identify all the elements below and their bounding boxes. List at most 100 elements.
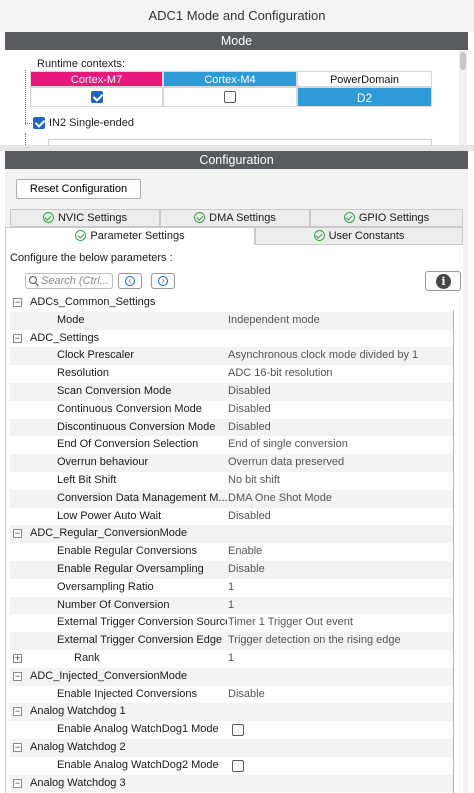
expand-icon[interactable]: +: [13, 654, 22, 663]
param-value[interactable]: Independent mode: [228, 312, 320, 330]
tree-group-row[interactable]: − Analog Watchdog 3: [10, 774, 454, 793]
tree-scrollbar[interactable]: [453, 310, 454, 793]
tree-param-row[interactable]: Left Bit Shift No bit shift: [10, 472, 454, 490]
tree-param-row[interactable]: + Rank 1: [10, 650, 454, 668]
info-button[interactable]: i: [425, 271, 461, 291]
param-value[interactable]: Disabled: [228, 419, 271, 437]
param-value[interactable]: Disabled: [228, 383, 271, 401]
tree-group-row[interactable]: − ADC_Settings: [10, 330, 454, 348]
param-label: Resolution: [57, 367, 109, 380]
runtime-contexts-label: Runtime contexts:: [37, 58, 126, 70]
tree-param-row[interactable]: Clock Prescaler Asynchronous clock mode d…: [10, 347, 454, 366]
param-checkbox[interactable]: [232, 724, 244, 737]
tree-group-row[interactable]: − Analog Watchdog 2: [10, 739, 454, 757]
mode-scrollbar[interactable]: [459, 50, 467, 150]
param-label: Conversion Data Management M...: [57, 491, 227, 504]
tab-dma-settings[interactable]: DMA Settings: [160, 209, 310, 227]
param-value[interactable]: No bit shift: [228, 472, 280, 490]
configuration-header[interactable]: Configuration: [5, 151, 468, 169]
tab-label: Parameter Settings: [90, 230, 185, 242]
group-label: ADCs_Common_Settings: [30, 296, 156, 308]
param-value[interactable]: 1: [228, 650, 234, 668]
check-circle-icon: [42, 212, 54, 223]
cortex-m7-checkbox[interactable]: [90, 91, 103, 103]
search-input[interactable]: Search (Ctrl...: [25, 273, 113, 289]
context-cell-cortex-m7: [30, 87, 163, 107]
mode-scrollbar-thumb[interactable]: [460, 52, 466, 70]
param-value[interactable]: DMA One Shot Mode: [228, 490, 332, 508]
param-label: Overrun behaviour: [57, 456, 149, 469]
param-value[interactable]: 1: [228, 597, 234, 615]
powerdomain-select[interactable]: D2: [297, 87, 432, 107]
window-title: ADC1 Mode and Configuration: [0, 0, 474, 32]
param-value[interactable]: Asynchronous clock mode divided by 1: [228, 347, 418, 365]
param-value[interactable]: Disable: [228, 686, 265, 704]
param-value[interactable]: ADC 16-bit resolution: [228, 365, 333, 383]
tree-param-row[interactable]: End Of Conversion Selection End of single…: [10, 436, 454, 454]
context-header-powerdomain: PowerDomain: [297, 71, 432, 87]
param-value[interactable]: Trigger detection on the rising edge: [228, 632, 401, 650]
tree-param-row[interactable]: Enable Regular Oversampling Disable: [10, 561, 454, 579]
tree-param-row[interactable]: External Trigger Conversion Edge Trigger …: [10, 632, 454, 650]
check-circle-icon: [343, 212, 355, 223]
param-label: End Of Conversion Selection: [57, 438, 199, 451]
param-label: Clock Prescaler: [57, 349, 135, 362]
param-value[interactable]: Enable: [228, 543, 262, 561]
collapse-icon[interactable]: −: [13, 707, 22, 717]
tree-group-row[interactable]: − ADC_Injected_ConversionMode: [10, 667, 454, 686]
collapse-icon[interactable]: −: [13, 298, 22, 307]
parameter-tree: − ADCs_Common_Settings Mode Independent mod…: [10, 294, 454, 793]
search-next-button[interactable]: ›: [151, 273, 175, 289]
tree-param-row[interactable]: Discontinuous Conversion Mode Disabled: [10, 418, 454, 437]
tab-gpio-settings[interactable]: GPIO Settings: [310, 209, 463, 227]
tree-connector: [25, 133, 26, 145]
tab-parameter-settings[interactable]: Parameter Settings: [5, 227, 255, 245]
collapse-icon[interactable]: −: [13, 529, 22, 539]
tree-param-row[interactable]: External Trigger Conversion Source Timer …: [10, 614, 454, 632]
collapse-icon[interactable]: −: [13, 671, 22, 681]
tree-group-row[interactable]: − ADC_Regular_ConversionMode: [10, 525, 454, 544]
collapse-icon[interactable]: −: [13, 743, 22, 752]
group-label: ADC_Regular_ConversionMode: [30, 527, 188, 540]
tree-param-row[interactable]: Mode Independent mode: [10, 311, 454, 330]
tree-param-row[interactable]: Enable Regular Conversions Enable: [10, 543, 454, 561]
configure-label: Configure the below parameters :: [10, 252, 173, 264]
tree-group-row[interactable]: − Analog Watchdog 1: [10, 703, 454, 722]
param-value[interactable]: End of single conversion: [228, 436, 348, 454]
tree-param-row[interactable]: Overrun behaviour Overrun data preserved: [10, 454, 454, 472]
group-label: Analog Watchdog 1: [30, 705, 126, 718]
param-value[interactable]: Disabled: [228, 401, 271, 419]
tree-connector: [25, 123, 32, 124]
param-value[interactable]: Overrun data preserved: [228, 454, 344, 472]
search-previous-button[interactable]: ‹: [118, 273, 142, 289]
tab-user-constants[interactable]: User Constants: [255, 227, 463, 245]
param-value[interactable]: 1: [228, 579, 234, 597]
in2-single-ended-checkbox[interactable]: [33, 117, 45, 129]
tab-nvic-settings[interactable]: NVIC Settings: [10, 209, 160, 227]
tree-param-row[interactable]: Conversion Data Management M... DMA One S…: [10, 489, 454, 508]
param-value[interactable]: Timer 1 Trigger Out event: [228, 614, 353, 632]
param-label: External Trigger Conversion Edge: [57, 634, 223, 647]
reset-configuration-button[interactable]: Reset Configuration: [16, 179, 141, 199]
mode-header[interactable]: Mode: [5, 32, 468, 50]
group-label: Analog Watchdog 3: [30, 776, 126, 789]
info-icon: i: [436, 274, 451, 289]
tree-param-row[interactable]: Enable Analog WatchDog1 Mode: [10, 721, 454, 739]
collapse-icon[interactable]: −: [13, 333, 22, 343]
param-value[interactable]: Disable: [228, 561, 265, 579]
tree-param-row[interactable]: Scan Conversion Mode Disabled: [10, 383, 454, 401]
cortex-m4-checkbox[interactable]: [224, 91, 236, 103]
tree-param-row[interactable]: Resolution ADC 16-bit resolution: [10, 365, 454, 383]
tree-param-row[interactable]: Number Of Conversion 1: [10, 596, 454, 615]
tree-param-row[interactable]: Low Power Auto Wait Disabled: [10, 508, 454, 526]
collapse-icon[interactable]: −: [13, 778, 22, 788]
tree-param-row[interactable]: Enable Analog WatchDog2 Mode: [10, 757, 454, 775]
tree-param-row[interactable]: Oversampling Ratio 1: [10, 579, 454, 597]
param-checkbox[interactable]: [232, 759, 244, 772]
param-value[interactable]: Disabled: [228, 508, 271, 526]
tree-param-row[interactable]: Continuous Conversion Mode Disabled: [10, 401, 454, 419]
tree-param-row[interactable]: Enable Injected Conversions Disable: [10, 686, 454, 704]
param-label: Number Of Conversion: [57, 598, 170, 611]
tree-group-row[interactable]: − ADCs_Common_Settings: [10, 294, 454, 312]
context-header-cortex-m4: Cortex-M4: [163, 71, 297, 87]
